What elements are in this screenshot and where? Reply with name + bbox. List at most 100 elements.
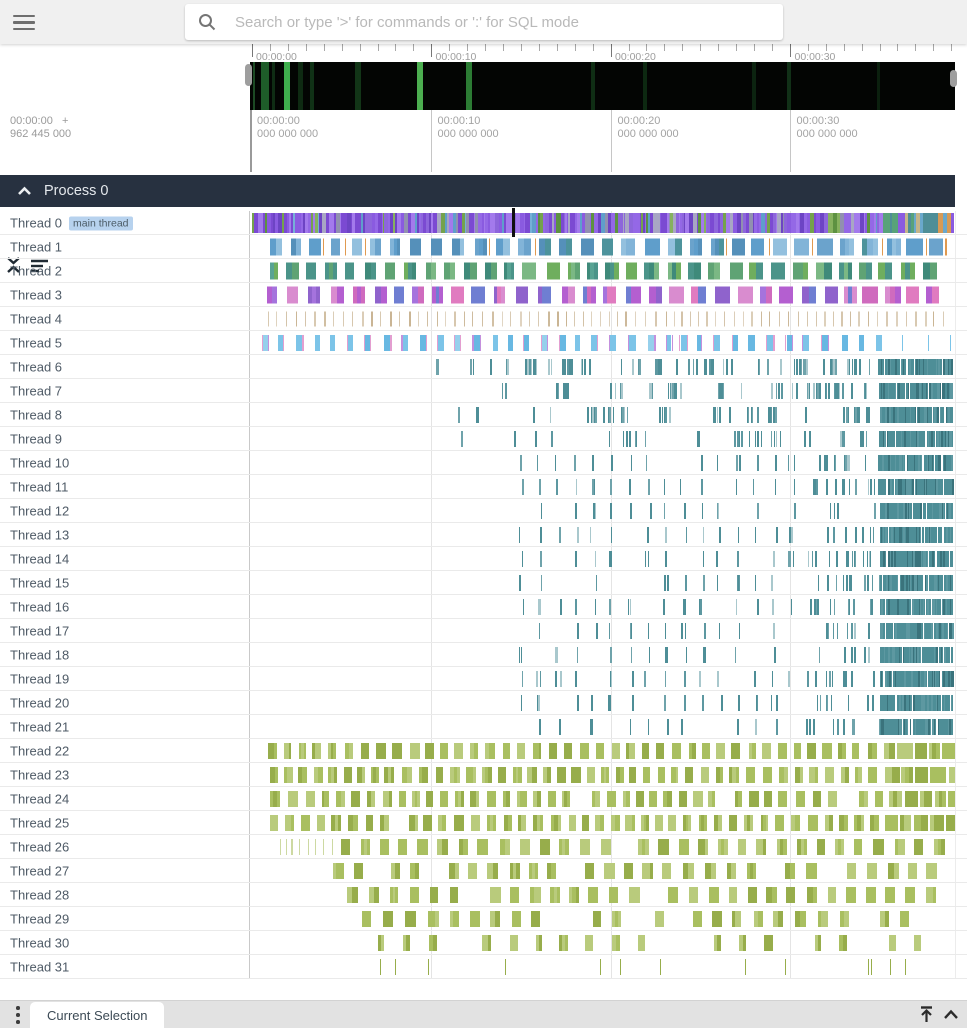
thread-row-16[interactable]: Thread 16 <box>0 595 967 619</box>
thread-row-19[interactable]: Thread 19 <box>0 667 967 691</box>
thread-row-2[interactable]: Thread 2 <box>0 259 967 283</box>
thread-row-5[interactable]: Thread 5 <box>0 331 967 355</box>
thread-track[interactable] <box>250 307 955 330</box>
thread-label[interactable]: Thread 8 <box>10 407 62 422</box>
thread-track[interactable] <box>250 691 955 714</box>
thread-track[interactable] <box>250 283 955 306</box>
thread-row-20[interactable]: Thread 20 <box>0 691 967 715</box>
thread-row-0[interactable]: Thread 0main thread <box>0 211 967 235</box>
thread-track[interactable] <box>250 451 955 474</box>
thread-row-15[interactable]: Thread 15 <box>0 571 967 595</box>
thread-label[interactable]: Thread 21 <box>10 719 69 734</box>
overview-timeline[interactable] <box>250 62 955 110</box>
thread-row-17[interactable]: Thread 17 <box>0 619 967 643</box>
thread-row-22[interactable]: Thread 22 <box>0 739 967 763</box>
thread-row-1[interactable]: Thread 1 <box>0 235 967 259</box>
overview-right-drag-handle[interactable] <box>950 70 957 87</box>
thread-track[interactable] <box>250 595 955 618</box>
thread-track[interactable] <box>250 235 955 258</box>
thread-track[interactable] <box>250 355 955 378</box>
thread-label[interactable]: Thread 0main thread <box>10 215 133 230</box>
thread-track[interactable] <box>250 571 955 594</box>
thread-label[interactable]: Thread 12 <box>10 503 69 518</box>
thread-label[interactable]: Thread 26 <box>10 839 69 854</box>
thread-track[interactable] <box>250 739 955 762</box>
thread-track[interactable] <box>250 955 955 978</box>
thread-track[interactable] <box>250 499 955 522</box>
overview-left-drag-handle[interactable] <box>245 64 252 86</box>
thread-row-26[interactable]: Thread 26 <box>0 835 967 859</box>
thread-row-11[interactable]: Thread 11 <box>0 475 967 499</box>
thread-row-6[interactable]: Thread 6 <box>0 355 967 379</box>
thread-label[interactable]: Thread 5 <box>10 335 62 350</box>
thread-label[interactable]: Thread 7 <box>10 383 62 398</box>
thread-label[interactable]: Thread 2 <box>10 263 62 278</box>
thread-row-8[interactable]: Thread 8 <box>0 403 967 427</box>
thread-track[interactable] <box>250 547 955 570</box>
thread-row-4[interactable]: Thread 4 <box>0 307 967 331</box>
thread-label[interactable]: Thread 1 <box>10 239 62 254</box>
thread-row-25[interactable]: Thread 25 <box>0 811 967 835</box>
thread-label[interactable]: Thread 6 <box>10 359 62 374</box>
thread-label[interactable]: Thread 18 <box>10 647 69 662</box>
thread-label[interactable]: Thread 23 <box>10 767 69 782</box>
thread-label[interactable]: Thread 3 <box>10 287 62 302</box>
thread-track[interactable] <box>250 403 955 426</box>
thread-track[interactable] <box>250 931 955 954</box>
thread-row-21[interactable]: Thread 21 <box>0 715 967 739</box>
thread-label[interactable]: Thread 17 <box>10 623 69 638</box>
thread-label[interactable]: Thread 16 <box>10 599 69 614</box>
hamburger-menu-icon[interactable] <box>13 15 35 30</box>
search-bar[interactable] <box>185 4 783 40</box>
thread-row-30[interactable]: Thread 30 <box>0 931 967 955</box>
tab-current-selection[interactable]: Current Selection <box>30 1002 164 1028</box>
thread-track[interactable] <box>250 859 955 882</box>
thread-row-7[interactable]: Thread 7 <box>0 379 967 403</box>
dock-to-top-icon[interactable] <box>917 1005 936 1024</box>
thread-label[interactable]: Thread 30 <box>10 935 69 950</box>
thread-label[interactable]: Thread 29 <box>10 911 69 926</box>
thread-label[interactable]: Thread 31 <box>10 959 69 974</box>
thread-label[interactable]: Thread 13 <box>10 527 69 542</box>
thread-label[interactable]: Thread 11 <box>10 479 68 494</box>
process-group-header[interactable]: Process 0 <box>0 175 955 207</box>
thread-label[interactable]: Thread 15 <box>10 575 69 590</box>
thread-track[interactable] <box>250 835 955 858</box>
search-input[interactable] <box>233 13 771 32</box>
thread-row-13[interactable]: Thread 13 <box>0 523 967 547</box>
thread-label[interactable]: Thread 25 <box>10 815 69 830</box>
thread-row-10[interactable]: Thread 10 <box>0 451 967 475</box>
thread-track[interactable] <box>250 427 955 450</box>
thread-label[interactable]: Thread 19 <box>10 671 69 686</box>
thread-row-27[interactable]: Thread 27 <box>0 859 967 883</box>
thread-label[interactable]: Thread 27 <box>10 863 69 878</box>
thread-row-31[interactable]: Thread 31 <box>0 955 967 979</box>
thread-row-18[interactable]: Thread 18 <box>0 643 967 667</box>
thread-label[interactable]: Thread 14 <box>10 551 69 566</box>
thread-row-29[interactable]: Thread 29 <box>0 907 967 931</box>
thread-track[interactable] <box>250 331 955 354</box>
thread-track[interactable] <box>250 211 955 234</box>
thread-row-24[interactable]: Thread 24 <box>0 787 967 811</box>
thread-track[interactable] <box>250 475 955 498</box>
thread-row-12[interactable]: Thread 12 <box>0 499 967 523</box>
timeline-ruler[interactable]: 00:00:0000:00:1000:00:2000:00:30 <box>0 44 967 62</box>
thread-row-3[interactable]: Thread 3 <box>0 283 967 307</box>
thread-track[interactable] <box>250 787 955 810</box>
expand-less-icon[interactable] <box>942 1008 960 1020</box>
thread-track[interactable] <box>250 763 955 786</box>
thread-track[interactable] <box>250 715 955 738</box>
thread-label[interactable]: Thread 9 <box>10 431 62 446</box>
thread-label[interactable]: Thread 22 <box>10 743 69 758</box>
thread-track[interactable] <box>250 259 955 282</box>
thread-label[interactable]: Thread 24 <box>10 791 69 806</box>
thread-track[interactable] <box>250 907 955 930</box>
thread-track[interactable] <box>250 643 955 666</box>
thread-track[interactable] <box>250 619 955 642</box>
thread-label[interactable]: Thread 10 <box>10 455 69 470</box>
thread-label[interactable]: Thread 20 <box>10 695 69 710</box>
thread-label[interactable]: Thread 4 <box>10 311 62 326</box>
thread-row-14[interactable]: Thread 14 <box>0 547 967 571</box>
thread-track[interactable] <box>250 667 955 690</box>
thread-row-9[interactable]: Thread 9 <box>0 427 967 451</box>
